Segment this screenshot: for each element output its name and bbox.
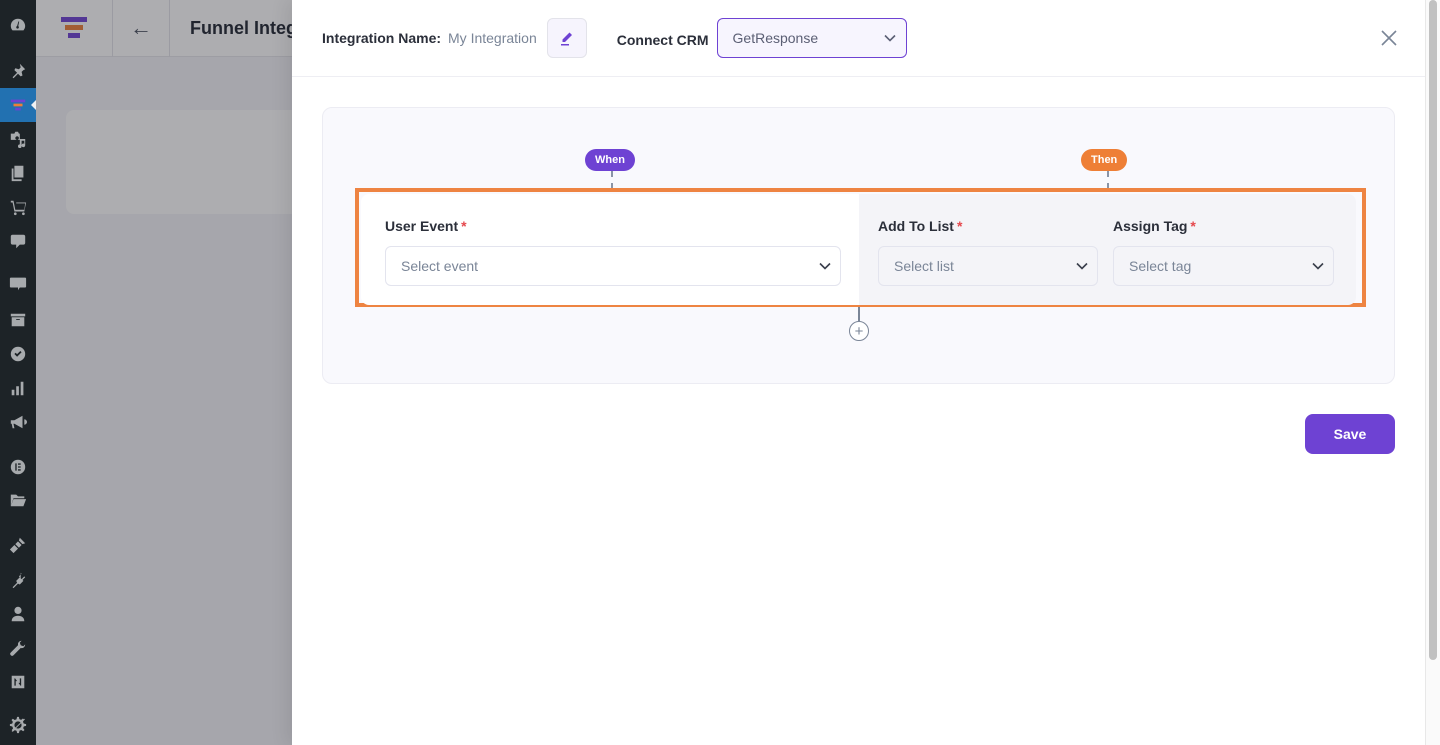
integration-drawer: Integration Name: My Integration Connect…: [292, 0, 1425, 745]
sliders-icon: [11, 675, 25, 689]
user-event-select[interactable]: Select event: [385, 246, 841, 286]
sidebar-item-posts[interactable]: [0, 54, 36, 88]
crm-selected-value: GetResponse: [732, 30, 819, 46]
sidebar-item-users[interactable]: [0, 597, 36, 631]
assign-tag-label: Assign Tag *: [1113, 218, 1196, 234]
pin-icon: [12, 63, 26, 79]
sidebar-item-files[interactable]: [0, 483, 36, 517]
chevron-down-icon: [1076, 262, 1088, 270]
sidebar-item-analytics[interactable]: [0, 371, 36, 405]
edit-name-button[interactable]: [546, 18, 587, 58]
plus-icon: +: [854, 322, 864, 340]
gear-slash-icon: [9, 716, 27, 734]
chevron-down-icon: [883, 34, 896, 42]
crm-select[interactable]: GetResponse: [716, 18, 907, 58]
sidebar-item-elementor[interactable]: [0, 450, 36, 484]
sidebar-item-comments[interactable]: [0, 224, 36, 258]
assign-tag-placeholder: Select tag: [1129, 258, 1192, 274]
sidebar-item-tasks[interactable]: [0, 337, 36, 371]
brush-icon: [9, 537, 26, 554]
woo-icon: [9, 277, 27, 291]
then-connector: [1107, 171, 1109, 189]
when-panel: User Event * Select event: [361, 194, 861, 305]
then-panel: Add To List * Select list Assign Tag * Sel…: [859, 194, 1356, 305]
archive-icon: [10, 313, 26, 327]
save-button[interactable]: Save: [1305, 414, 1395, 454]
sidebar-item-funnels[interactable]: [0, 88, 36, 122]
user-event-placeholder: Select event: [401, 258, 479, 274]
cart-icon: [10, 200, 27, 216]
wrench-icon: [10, 640, 26, 656]
page-scrollbar[interactable]: [1425, 0, 1440, 745]
scrollbar-thumb[interactable]: [1429, 0, 1437, 660]
dashboard-icon: [10, 18, 26, 31]
integration-name-value: My Integration: [448, 30, 537, 46]
when-badge: When: [585, 149, 635, 171]
then-badge: Then: [1081, 149, 1128, 171]
user-icon: [11, 606, 25, 622]
integration-name-label: Integration Name:: [322, 30, 442, 46]
add-rule-connector: [858, 307, 860, 321]
media-icon: [10, 131, 26, 148]
add-to-list-label: Add To List *: [878, 218, 963, 234]
add-to-list-select[interactable]: Select list: [878, 246, 1098, 286]
folder-icon: [10, 494, 27, 507]
sidebar-item-pages[interactable]: [0, 156, 36, 190]
sidebar-item-plugins[interactable]: [0, 563, 36, 597]
sidebar-item-tools[interactable]: [0, 631, 36, 665]
sidebar-item-appearance[interactable]: [0, 528, 36, 562]
sidebar-item-collapse[interactable]: [0, 708, 36, 742]
pages-icon: [11, 165, 24, 182]
rule-row-highlight: User Event * Select event Add To List * Se…: [355, 188, 1366, 307]
plugin-icon: [12, 572, 26, 589]
sidebar-item-archive[interactable]: [0, 303, 36, 337]
sidebar-item-marketing[interactable]: [0, 405, 36, 439]
connect-crm-label: Connect CRM: [616, 32, 709, 48]
sidebar-item-products[interactable]: [0, 190, 36, 224]
chevron-down-icon: [1312, 262, 1324, 270]
integration-flow: When Then User Event * Select event Add T…: [322, 107, 1395, 384]
add-rule-button[interactable]: +: [849, 321, 869, 341]
when-connector: [611, 171, 613, 189]
add-to-list-placeholder: Select list: [894, 258, 954, 274]
check-circle-icon: [10, 346, 26, 362]
close-button[interactable]: [1379, 28, 1399, 48]
sidebar-item-woocommerce[interactable]: [0, 266, 36, 300]
close-icon: [1381, 30, 1397, 46]
sidebar-item-dashboard[interactable]: [0, 8, 36, 42]
assign-tag-select[interactable]: Select tag: [1113, 246, 1334, 286]
elementor-icon: [10, 459, 26, 475]
wp-admin-sidebar: [0, 0, 36, 745]
chevron-down-icon: [819, 262, 831, 270]
bar-chart-icon: [11, 381, 24, 396]
sidebar-item-media[interactable]: [0, 122, 36, 156]
sidebar-item-settings[interactable]: [0, 665, 36, 699]
comment-icon: [10, 234, 26, 249]
funnel-icon: [10, 99, 26, 111]
pencil-icon: [560, 32, 572, 46]
megaphone-icon: [10, 415, 27, 429]
drawer-header: Integration Name: My Integration Connect…: [292, 0, 1425, 77]
user-event-label: User Event *: [385, 218, 467, 234]
